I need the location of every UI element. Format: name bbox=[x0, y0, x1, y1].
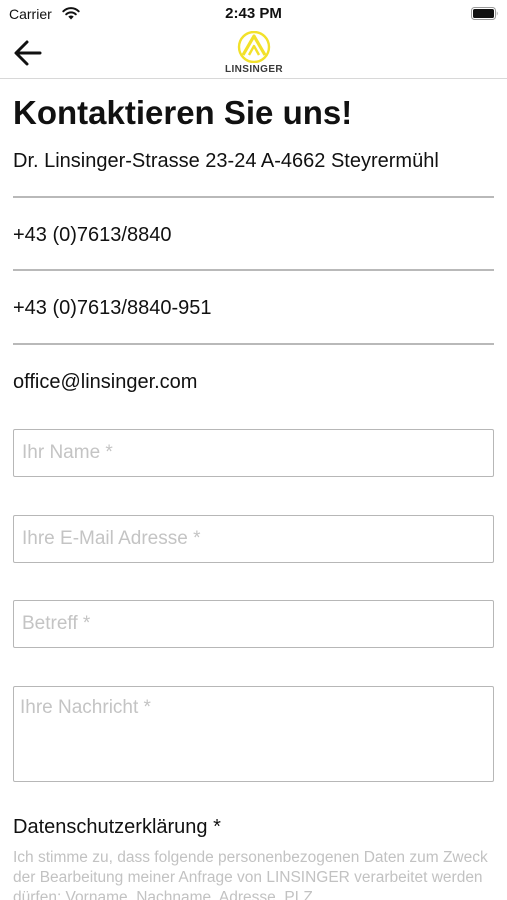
back-button[interactable] bbox=[12, 37, 46, 69]
phone-link[interactable]: +43 (0)7613/8840 bbox=[13, 224, 171, 247]
company-address: Dr. Linsinger-Strasse 23-24 A-4662 Steyr… bbox=[13, 150, 439, 172]
navigation-bar: LINSINGER bbox=[0, 28, 507, 79]
privacy-consent-text: Ich stimme zu, dass folgende personenbez… bbox=[13, 849, 488, 900]
page-title: Kontaktieren Sie uns! bbox=[13, 94, 353, 131]
status-bar: Carrier 2:43 PM bbox=[0, 0, 507, 28]
linsinger-logo: LINSINGER bbox=[222, 31, 286, 77]
arrow-left-icon bbox=[14, 40, 42, 66]
email-link[interactable]: office@linsinger.com bbox=[13, 371, 197, 394]
name-input[interactable] bbox=[13, 429, 494, 477]
privacy-title: Datenschutzerklärung * bbox=[13, 816, 221, 838]
subject-input[interactable] bbox=[13, 600, 494, 648]
battery-icon bbox=[471, 7, 498, 20]
message-textarea[interactable] bbox=[13, 686, 494, 782]
logo-emblem-icon bbox=[237, 31, 271, 63]
logo-wordmark: LINSINGER bbox=[224, 64, 284, 75]
status-time: 2:43 PM bbox=[225, 5, 282, 22]
email-input[interactable] bbox=[13, 515, 494, 563]
divider bbox=[13, 196, 494, 198]
divider bbox=[13, 269, 494, 271]
fax-number[interactable]: +43 (0)7613/8840-951 bbox=[13, 297, 212, 320]
divider bbox=[13, 343, 494, 345]
